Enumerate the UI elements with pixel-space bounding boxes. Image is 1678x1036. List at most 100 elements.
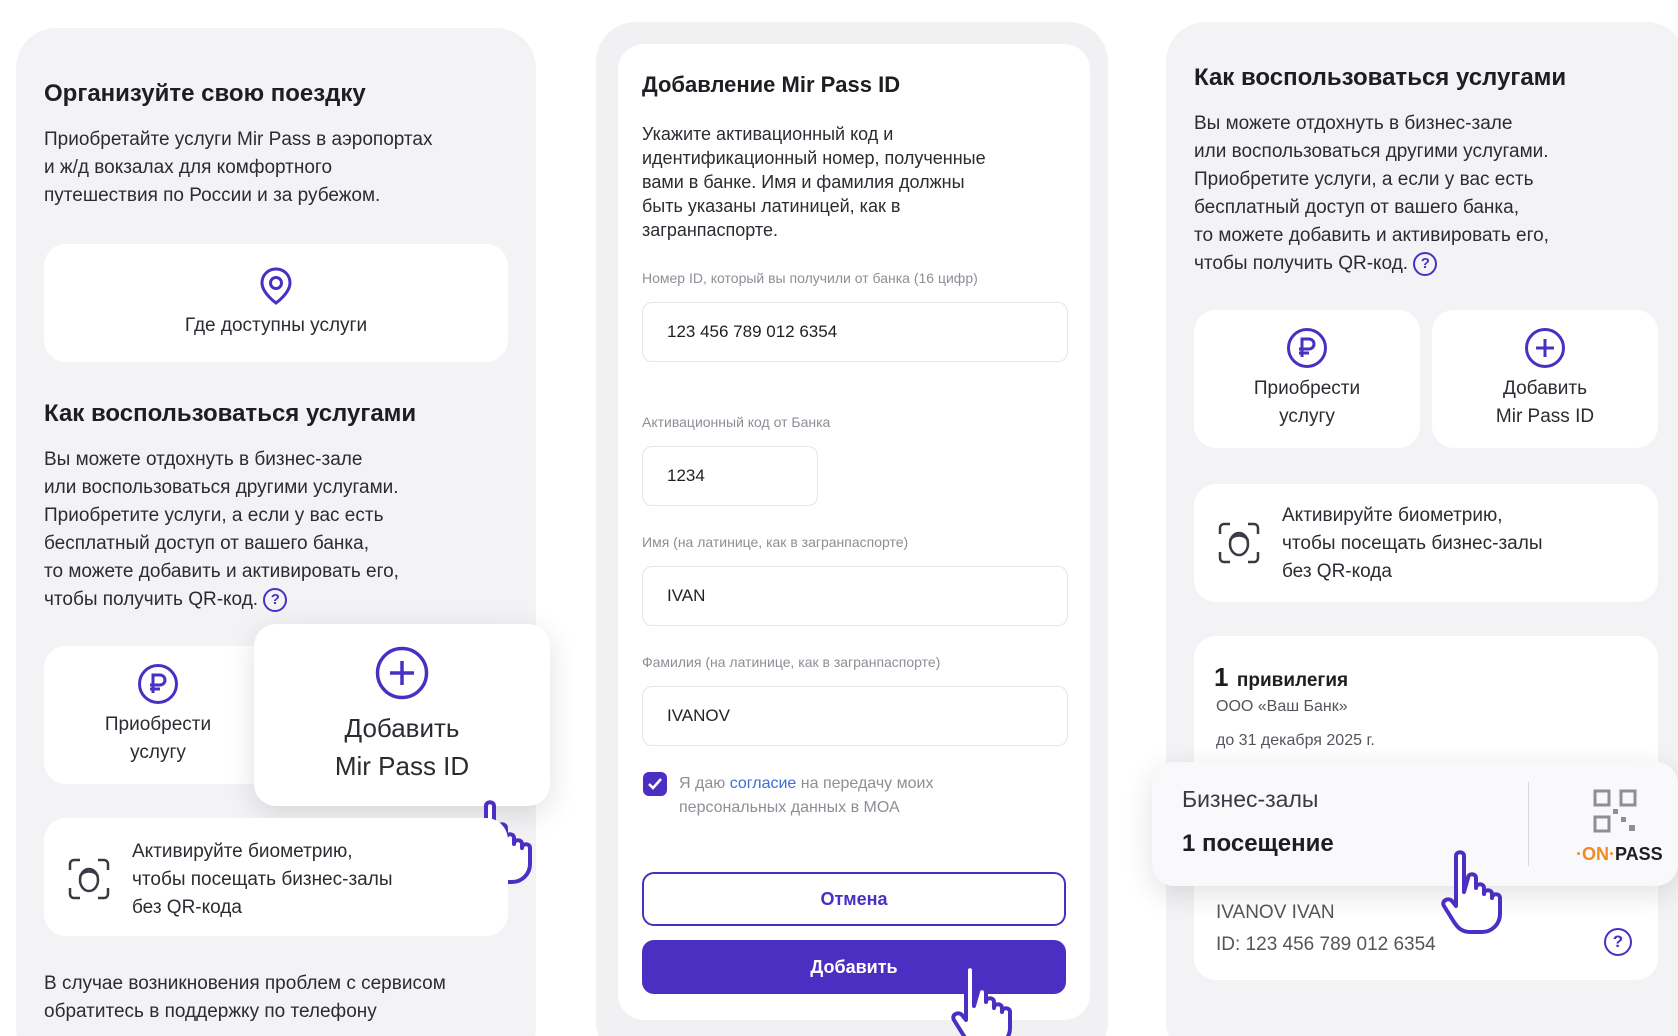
cancel-button[interactable]: Отмена — [642, 872, 1066, 926]
privilege-word: привилегия — [1236, 670, 1349, 691]
help-icon[interactable]: ? — [1604, 928, 1632, 956]
how-line: бесплатный доступ от вашего банка, — [44, 533, 369, 554]
right-how-title: Как воспользоваться услугами — [1194, 64, 1567, 91]
add-mirpass-button[interactable]: Добавить Mir Pass ID — [254, 624, 550, 806]
holder-name: IVANOV IVAN — [1216, 902, 1335, 923]
consent-text: Я даю согласие на передачу моих персонал… — [679, 772, 933, 820]
how-line: Вы можете отдохнуть в бизнес-зале — [44, 449, 363, 470]
onpass-logo: ·ON·PASS — [1576, 844, 1663, 864]
buy-service-label-1: Приобрести — [104, 714, 212, 735]
biometry-line: Активируйте биометрию, — [132, 841, 353, 862]
support-line: В случае возникновения проблем с сервисо… — [44, 973, 446, 994]
trip-description: Приобретайте услуги Mir Pass в аэропорта… — [44, 126, 433, 210]
privilege-count-row: 1 привилегия — [1214, 662, 1348, 693]
support-text: В случае возникновения проблем с сервисо… — [44, 970, 446, 1026]
biometry-card[interactable]: Активируйте биометрию, чтобы посещать би… — [44, 818, 508, 936]
consent-pre: Я даю — [679, 775, 730, 792]
form-intro: Укажите активационный код и идентификаци… — [642, 122, 986, 242]
lounge-title: Бизнес-залы — [1182, 786, 1319, 812]
add-mirpass-label-1: Добавить — [344, 713, 460, 743]
buy-service-label-2: услугу — [1279, 406, 1335, 427]
biometry-line: без QR-кода — [132, 897, 242, 918]
right-add-mirpass-button[interactable]: Добавить Mir Pass ID — [1432, 310, 1658, 448]
help-icon[interactable]: ? — [1413, 251, 1438, 276]
how-line: Приобретите услуги, а если у вас есть — [44, 505, 384, 526]
privilege-count: 1 — [1214, 662, 1229, 692]
biometry-line: без QR-кода — [1282, 561, 1392, 582]
ruble-icon — [1287, 328, 1327, 368]
how-line: Вы можете отдохнуть в бизнес-зале — [1194, 113, 1513, 134]
how-line: или воспользоваться другими услугами. — [44, 477, 399, 498]
last-name-input[interactable]: IVANOV — [642, 686, 1068, 746]
biometry-line: Активируйте биометрию, — [1282, 505, 1503, 526]
trip-title: Организуйте свою поездку — [44, 80, 366, 107]
hand-cursor-icon — [951, 964, 1012, 1036]
trip-text-line: путешествия по России и за рубежом. — [44, 185, 381, 206]
bank-name: ООО «Ваш Банк» — [1216, 698, 1348, 715]
how-line-text: чтобы получить QR-код. — [1194, 253, 1409, 274]
id-field-label: Номер ID, который вы получили от банка (… — [642, 270, 978, 286]
how-to-use-description: Вы можете отдохнуть в бизнес-зале или во… — [44, 446, 399, 614]
consent-link[interactable]: согласие — [730, 775, 797, 792]
consent-line-1: Я даю согласие на передачу моих — [679, 772, 933, 796]
add-mirpass-label-2: Mir Pass ID — [334, 751, 470, 781]
code-field-label: Активационный код от Банка — [642, 414, 831, 430]
support-line: обратитесь в поддержку по телефону — [44, 1001, 377, 1022]
hand-cursor-icon — [1441, 850, 1502, 934]
ruble-icon — [138, 664, 178, 704]
where-available-button[interactable]: Где доступны услуги — [44, 244, 508, 362]
how-line: чтобы получить QR-код. ? — [1194, 250, 1549, 278]
face-id-icon — [1218, 522, 1260, 564]
first-name-input[interactable]: IVAN — [642, 566, 1068, 626]
biometry-text: Активируйте биометрию, чтобы посещать би… — [132, 838, 392, 922]
how-line: то можете добавить и активировать его, — [1194, 225, 1549, 246]
help-icon[interactable]: ? — [263, 587, 288, 612]
surname-field-label: Фамилия (на латинице, как в загранпаспор… — [642, 654, 941, 670]
face-id-icon — [68, 858, 110, 900]
how-line: или воспользоваться другими услугами. — [1194, 141, 1549, 162]
biometry-line: чтобы посещать бизнес-залы — [132, 869, 393, 890]
plus-circle-icon — [1525, 328, 1565, 368]
checkmark-icon — [648, 778, 662, 790]
activation-code-input[interactable]: 1234 — [642, 446, 818, 506]
consent-post: на передачу моих — [796, 775, 934, 792]
biometry-line: чтобы посещать бизнес-залы — [1282, 533, 1543, 554]
name-field-label: Имя (на латинице, как в загранпаспорте) — [642, 534, 909, 550]
expiry-date: до 31 декабря 2025 г. — [1216, 732, 1375, 749]
how-to-use-title: Как воспользоваться услугами — [44, 400, 417, 427]
plus-circle-icon — [375, 646, 429, 700]
consent-checkbox[interactable] — [643, 772, 667, 796]
right-how-description: Вы можете отдохнуть в бизнес-зале или во… — [1194, 110, 1549, 278]
buy-service-label-2: услугу — [130, 742, 186, 763]
id-input[interactable]: 123 456 789 012 6354 — [642, 302, 1068, 362]
qr-code-icon[interactable] — [1592, 788, 1638, 834]
biometry-text: Активируйте биометрию, чтобы посещать би… — [1282, 502, 1542, 586]
how-line: бесплатный доступ от вашего банка, — [1194, 197, 1519, 218]
intro-line: быть указаны латиницей, как в — [642, 196, 901, 216]
right-biometry-card[interactable]: Активируйте биометрию, чтобы посещать би… — [1194, 484, 1658, 602]
intro-line: Укажите активационный код и — [642, 124, 894, 144]
how-line: Приобретите услуги, а если у вас есть — [1194, 169, 1534, 190]
intro-line: вами в банке. Имя и фамилия должны — [642, 172, 965, 192]
divider — [1528, 782, 1529, 866]
intro-line: загранпаспорте. — [642, 220, 778, 240]
onpass-pass: PASS — [1615, 844, 1663, 864]
how-line: то можете добавить и активировать его, — [44, 561, 399, 582]
consent-line-2: персональных данных в МОА — [679, 799, 900, 816]
onpass-on: ON — [1582, 844, 1609, 864]
trip-text-line: и ж/д вокзалах для комфортного — [44, 157, 333, 178]
add-mirpass-label-2: Mir Pass ID — [1495, 406, 1595, 427]
trip-text-line: Приобретайте услуги Mir Pass в аэропорта… — [44, 129, 433, 150]
buy-service-button[interactable]: Приобрести услугу — [44, 646, 272, 784]
right-buy-service-button[interactable]: Приобрести услугу — [1194, 310, 1420, 448]
lounge-card[interactable]: Бизнес-залы 1 посещение ·ON·PASS — [1152, 762, 1678, 886]
location-pin-icon — [260, 267, 292, 305]
how-line: чтобы получить QR-код. ? — [44, 586, 399, 614]
add-mirpass-label-1: Добавить — [1503, 378, 1587, 399]
buy-service-label-1: Приобрести — [1253, 378, 1361, 399]
intro-line: идентификационный номер, полученные — [642, 148, 986, 168]
form-title: Добавление Mir Pass ID — [642, 72, 901, 97]
holder-id: ID: 123 456 789 012 6354 — [1216, 934, 1436, 955]
where-available-label: Где доступны услуги — [184, 315, 368, 336]
how-line-text: чтобы получить QR-код. — [44, 589, 259, 610]
